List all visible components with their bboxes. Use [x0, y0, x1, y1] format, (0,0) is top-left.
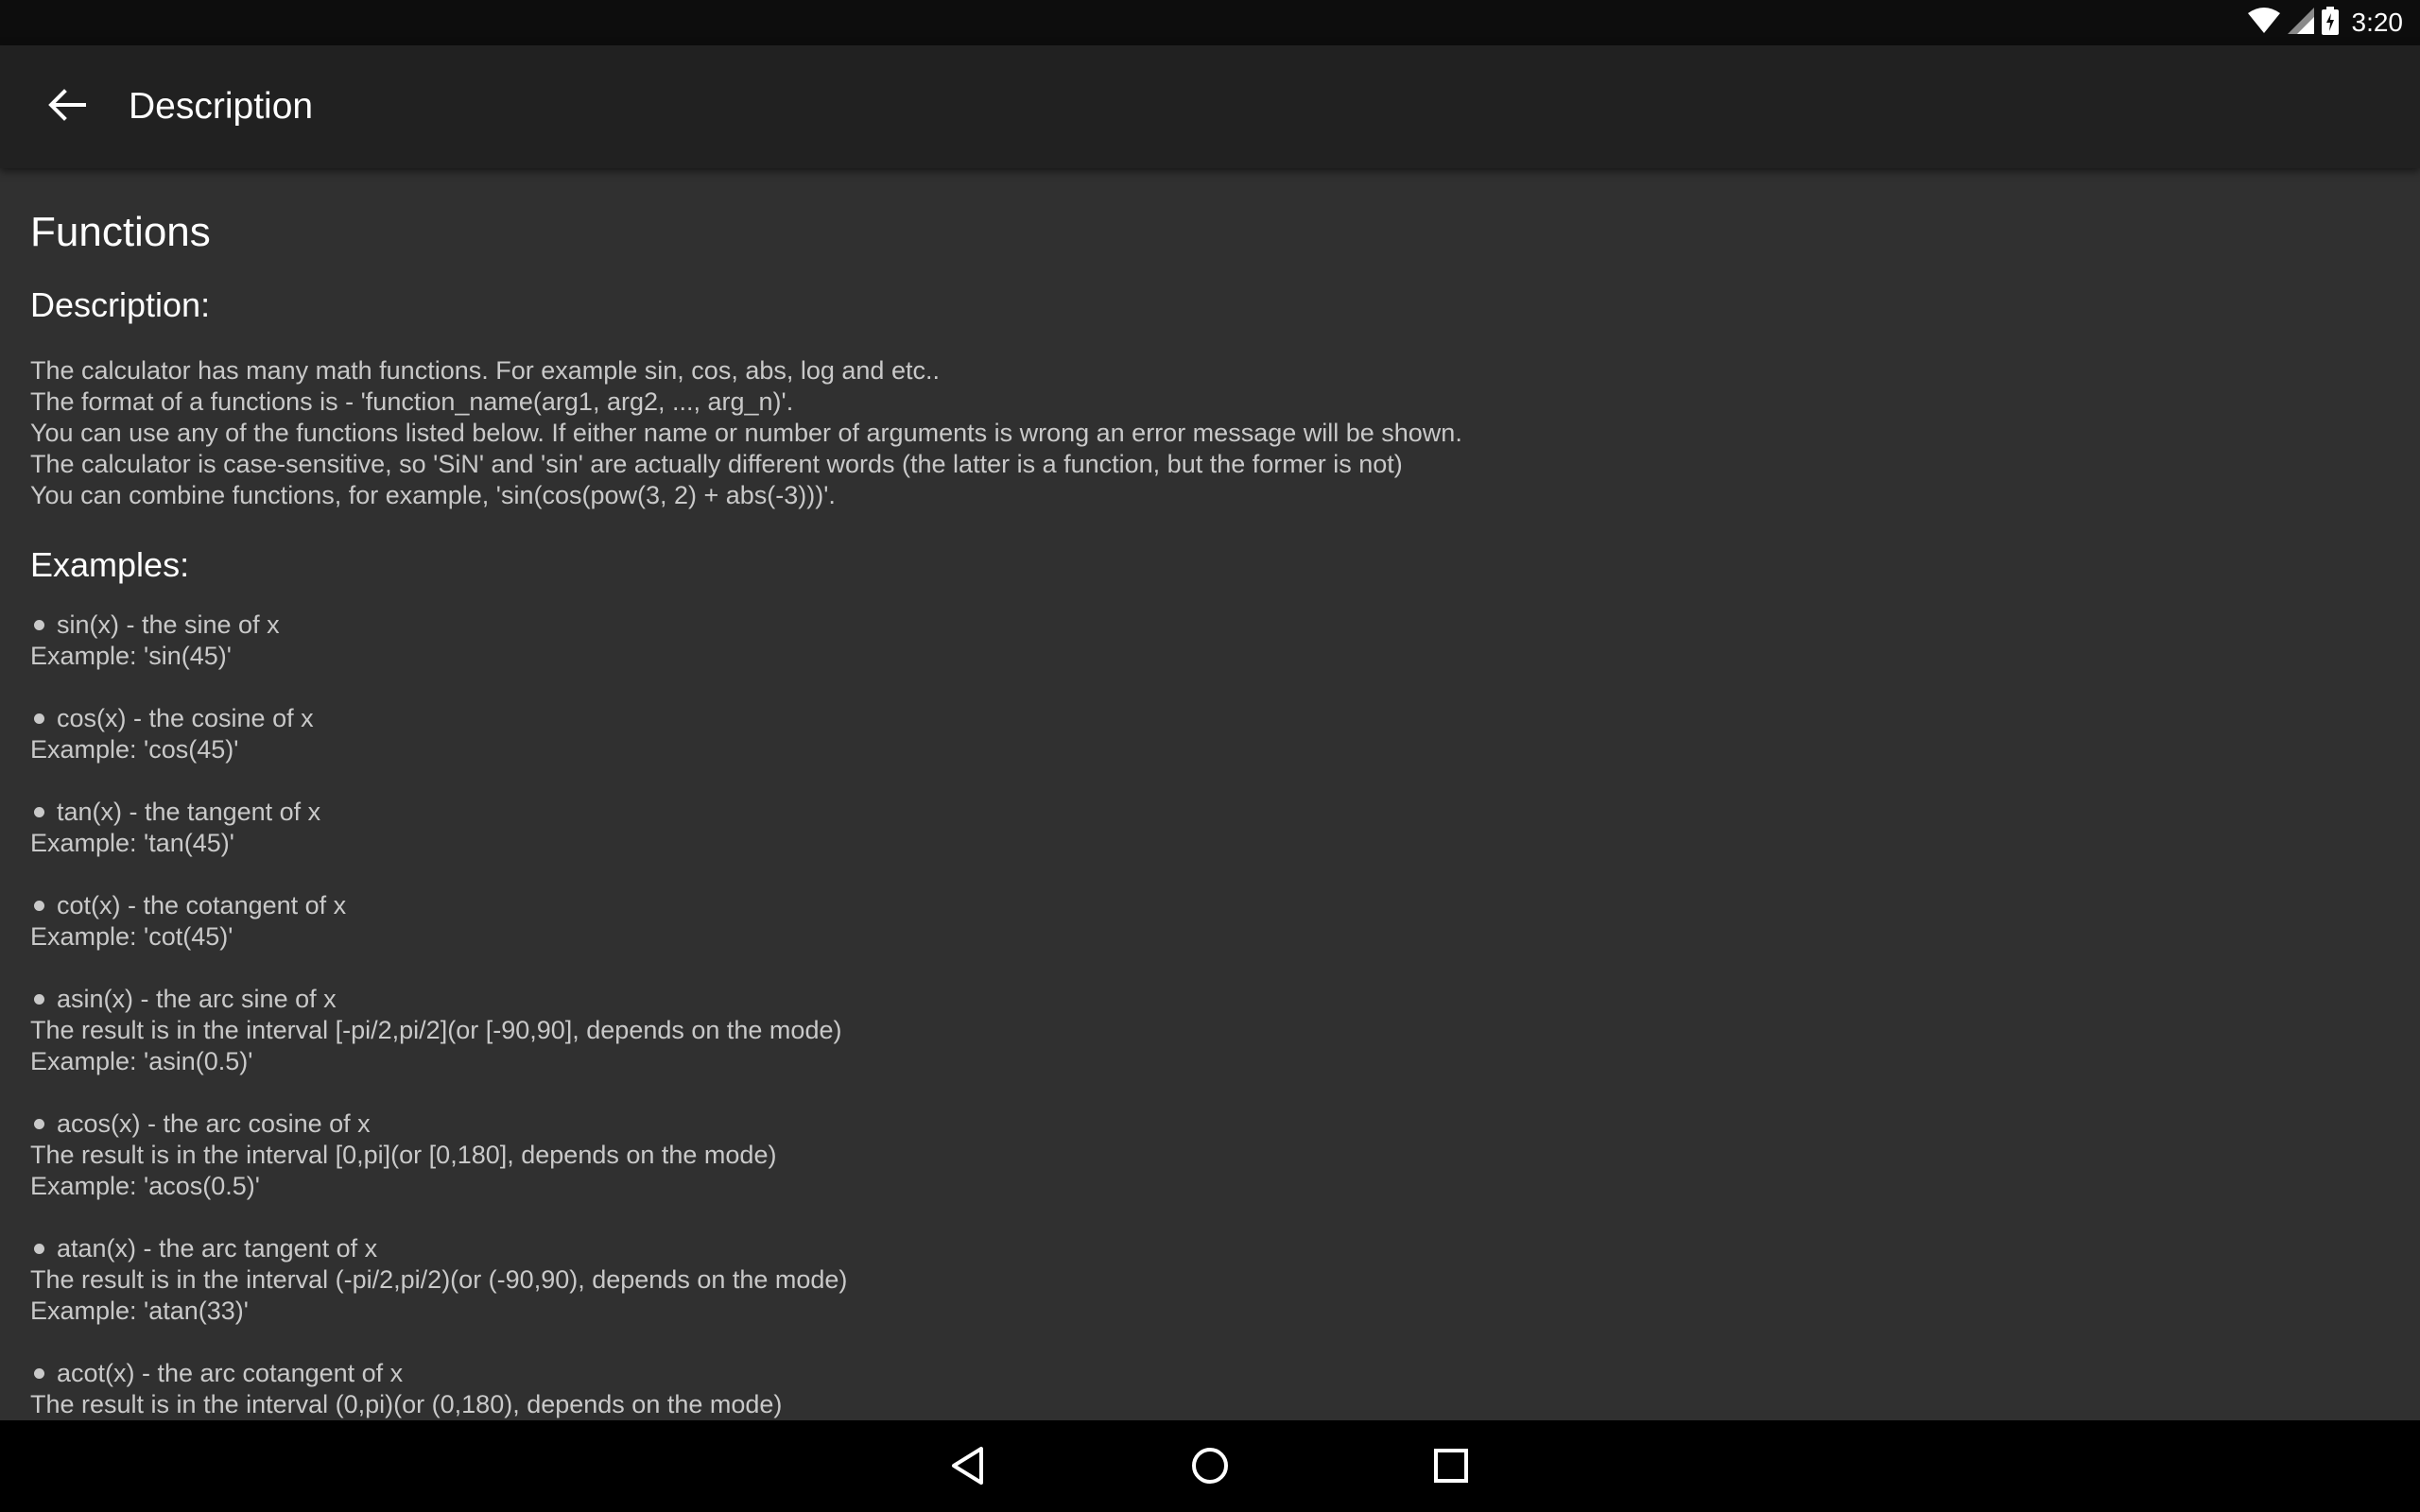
nav-back-button[interactable] [938, 1437, 998, 1498]
arrow-back-icon [48, 88, 86, 126]
function-title: atan(x) - the arc tangent of x [30, 1233, 2390, 1264]
content-scroll-area[interactable]: Functions Description: The calculator ha… [0, 168, 2420, 1420]
function-interval: The result is in the interval (-pi/2,pi/… [30, 1265, 848, 1294]
description-line: You can use any of the functions listed … [30, 419, 1462, 447]
function-item: acot(x) - the arc cotangent of x The res… [30, 1358, 2390, 1420]
function-interval: The result is in the interval (0,pi)(or … [30, 1390, 783, 1418]
function-title-text: cot(x) - the cotangent of x [57, 891, 347, 919]
function-title-text: acot(x) - the arc cotangent of x [57, 1359, 404, 1387]
function-item: sin(x) - the sine of x Example: 'sin(45)… [30, 610, 2390, 672]
function-title: tan(x) - the tangent of x [30, 797, 2390, 828]
status-icons: 3:20 [2247, 0, 2404, 45]
function-example: Example: 'cot(45)' [30, 922, 233, 951]
function-example: Example: 'tan(45)' [30, 829, 234, 857]
description-line: The calculator has many math functions. … [30, 356, 940, 385]
function-example: Example: 'asin(0.5)' [30, 1047, 253, 1075]
function-example: Example: 'sin(45)' [30, 642, 232, 670]
examples-heading: Examples: [30, 545, 190, 584]
function-item: atan(x) - the arc tangent of x The resul… [30, 1233, 2390, 1327]
function-title-text: acos(x) - the arc cosine of x [57, 1109, 371, 1138]
function-interval: The result is in the interval [0,pi](or … [30, 1141, 777, 1169]
navigation-bar [0, 1420, 2420, 1512]
function-title-text: asin(x) - the arc sine of x [57, 985, 337, 1013]
description-text: The calculator has many math functions. … [30, 355, 2390, 511]
bullet-icon [34, 807, 44, 817]
bullet-icon [34, 901, 44, 911]
app-bar: Description [0, 45, 2420, 168]
bullet-icon [34, 713, 44, 724]
back-triangle-icon [949, 1446, 987, 1490]
function-item: acos(x) - the arc cosine of x The result… [30, 1108, 2390, 1202]
function-title: asin(x) - the arc sine of x [30, 984, 2390, 1015]
wifi-icon [2247, 7, 2280, 39]
app-title: Description [129, 86, 314, 127]
function-example: Example: 'atan(33)' [30, 1297, 249, 1325]
function-title: acot(x) - the arc cotangent of x [30, 1358, 2390, 1389]
bullet-icon [34, 994, 44, 1005]
status-time: 3:20 [2351, 8, 2404, 37]
function-item: asin(x) - the arc sine of x The result i… [30, 984, 2390, 1077]
description-heading: Description: [30, 285, 211, 324]
function-item: tan(x) - the tangent of x Example: 'tan(… [30, 797, 2390, 859]
function-title: cos(x) - the cosine of x [30, 703, 2390, 734]
function-item: cot(x) - the cotangent of x Example: 'co… [30, 890, 2390, 953]
function-title: cot(x) - the cotangent of x [30, 890, 2390, 921]
status-bar: 3:20 [0, 0, 2420, 45]
bullet-icon [34, 1244, 44, 1254]
function-title-text: tan(x) - the tangent of x [57, 798, 321, 826]
description-line: You can combine functions, for example, … [30, 481, 836, 509]
function-title-text: sin(x) - the sine of x [57, 610, 280, 639]
function-list: sin(x) - the sine of x Example: 'sin(45)… [30, 610, 2390, 1420]
function-example: Example: 'cos(45)' [30, 735, 239, 764]
home-circle-icon [1190, 1446, 1230, 1490]
function-title: sin(x) - the sine of x [30, 610, 2390, 641]
recents-square-icon [1433, 1448, 1469, 1488]
function-title-text: cos(x) - the cosine of x [57, 704, 314, 732]
page-heading: Functions [30, 209, 211, 255]
function-interval: The result is in the interval [-pi/2,pi/… [30, 1016, 842, 1044]
function-title: acos(x) - the arc cosine of x [30, 1108, 2390, 1140]
function-title-text: atan(x) - the arc tangent of x [57, 1234, 378, 1263]
battery-charging-icon [2321, 6, 2339, 40]
function-example: Example: 'acos(0.5)' [30, 1172, 260, 1200]
nav-recents-button[interactable] [1421, 1437, 1481, 1498]
bullet-icon [34, 1368, 44, 1379]
back-button[interactable] [32, 72, 102, 142]
bullet-icon [34, 620, 44, 630]
nav-home-button[interactable] [1180, 1437, 1240, 1498]
description-line: The format of a functions is - 'function… [30, 387, 794, 416]
description-line: The calculator is case-sensitive, so 'Si… [30, 450, 1403, 478]
cell-signal-icon [2287, 7, 2314, 39]
function-item: cos(x) - the cosine of x Example: 'cos(4… [30, 703, 2390, 765]
bullet-icon [34, 1119, 44, 1129]
